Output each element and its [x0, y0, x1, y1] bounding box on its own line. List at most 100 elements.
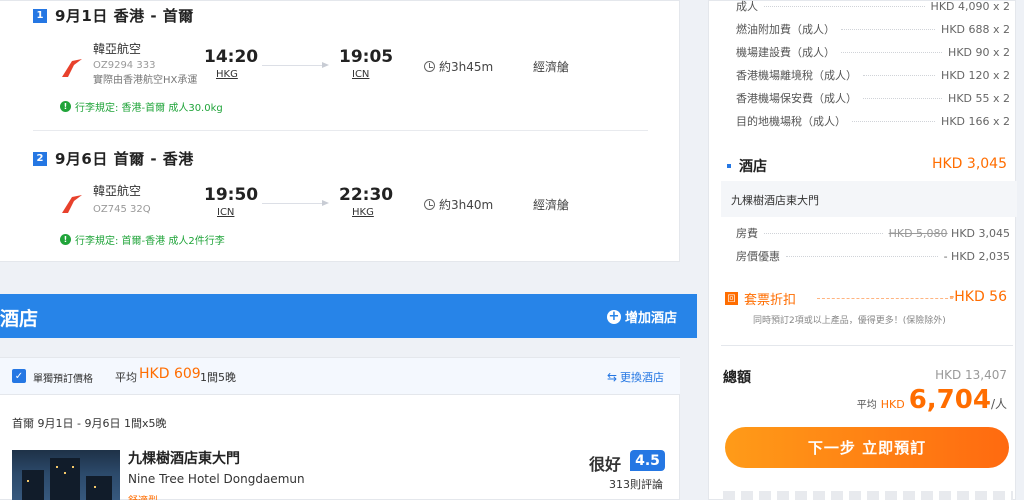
arrival-airport: ICN — [352, 69, 370, 80]
fee-value: - HKD 2,035 — [943, 249, 1010, 263]
flight-duration: 約3h40m — [424, 196, 493, 213]
cabin-class: 經濟艙 — [533, 60, 570, 74]
baggage-text: 行李規定: 首爾-香港 成人2件行李 — [75, 236, 225, 247]
hotel-category: 舒適型 — [128, 492, 158, 500]
dashed-divider — [817, 298, 953, 299]
room-nights: 1間5晚 — [200, 371, 236, 384]
total-label: 總額 — [723, 370, 751, 386]
segment-number-badge: 1 — [33, 8, 47, 23]
stay-info: 首爾 9月1日 - 9月6日 1間x5晚 — [12, 417, 167, 430]
per-person-amount: 6,704 — [908, 385, 991, 415]
total-value: HKD 13,407 — [935, 368, 1007, 382]
codeshare-note: 實際由香港航空HX承運 — [93, 75, 198, 86]
add-hotel-button[interactable]: + 增加酒店 — [606, 307, 677, 326]
flight-number: OZ745 32Q — [93, 204, 151, 215]
fee-value: HKD 166 x 2 — [941, 114, 1010, 128]
summary-divider — [721, 345, 1013, 346]
asiana-logo-icon — [62, 195, 82, 213]
change-hotel-button[interactable]: ⇆ 更換酒店 — [607, 369, 664, 385]
room-original-price: HKD 5,080 — [888, 226, 948, 240]
baggage-text: 行李規定: 香港-首爾 成人30.0kg — [75, 103, 223, 114]
next-step-book-button[interactable]: 下一步 立即預訂 — [725, 427, 1009, 468]
single-booking-label: 單獨預訂價格 — [33, 374, 93, 385]
fee-row: 香港機場離境稅（成人） HKD 120 x 2 — [736, 66, 1010, 84]
segment-number-badge: 2 — [33, 151, 47, 166]
add-hotel-label: 增加酒店 — [624, 311, 677, 326]
info-icon: ! — [60, 101, 71, 112]
arrival-airport: HKG — [352, 207, 374, 218]
fee-value: HKD 688 x 2 — [941, 22, 1010, 36]
fee-row: 成人 HKD 4,090 x 2 — [736, 0, 1010, 15]
flight-arrow — [262, 203, 324, 204]
single-price-row: ✓ 單獨預訂價格 平均 HKD 609 1間5晚 ⇆ 更換酒店 — [0, 358, 680, 395]
per-person-currency: HKD — [880, 398, 905, 411]
cabin-class: 經濟艙 — [533, 198, 570, 212]
departure-airport: HKG — [216, 69, 238, 80]
average-price: HKD 609 — [139, 366, 201, 382]
segment-2-header: 2 9月6日 首爾 - 香港 — [33, 148, 194, 169]
arrow-head-icon — [322, 200, 329, 206]
fee-value: HKD 4,090 x 2 — [930, 0, 1010, 13]
change-hotel-label: 更換酒店 — [620, 371, 664, 384]
price-summary-panel: 成人 HKD 4,090 x 2 燃油附加費（成人） HKD 688 x 2 機… — [708, 0, 1017, 500]
room-fee-row: 房費 HKD 5,080 HKD 3,045 — [736, 224, 1010, 242]
baggage-rule[interactable]: ! 行李規定: 香港-首爾 成人30.0kg — [60, 99, 223, 114]
hotel-name-english: Nine Tree Hotel Dongdaemun — [128, 472, 305, 486]
flight-number: OZ9294 333 — [93, 60, 156, 71]
fee-label: 香港機場離境稅（成人） — [736, 69, 857, 82]
bottom-placeholder-strip — [723, 491, 1013, 500]
review-count[interactable]: 313則評論 — [609, 476, 663, 492]
discount-icon: 回 — [725, 292, 738, 305]
fee-row: 香港機場保安費（成人） HKD 55 x 2 — [736, 89, 1010, 107]
fee-label: 房費 — [736, 227, 758, 240]
airline-name: 韓亞航空 — [93, 42, 142, 56]
swap-icon: ⇆ — [606, 370, 617, 384]
arrow-head-icon — [322, 62, 329, 68]
segment-title: 9月1日 香港 - 首爾 — [55, 7, 194, 25]
fee-label: 機場建設費（成人） — [736, 46, 835, 59]
fee-value: HKD 90 x 2 — [948, 45, 1010, 59]
flight-details-card: 1 9月1日 香港 - 首爾 韓亞航空 OZ9294 333 實際由香港航空HX… — [0, 0, 680, 262]
hotel-section-header: 酒店 + 增加酒店 — [0, 294, 697, 338]
flight-arrow — [262, 65, 324, 66]
asiana-logo-icon — [62, 59, 82, 77]
clock-icon — [424, 199, 435, 210]
package-discount-value: -HKD 56 — [949, 289, 1007, 305]
segment-divider — [33, 130, 648, 131]
hotel-name[interactable]: 九棵樹酒店東大門 — [128, 448, 240, 468]
room-current-price: HKD 3,045 — [951, 226, 1010, 240]
hotel-section-title: 酒店 — [0, 308, 39, 330]
booking-page: 1 9月1日 香港 - 首爾 韓亞航空 OZ9294 333 實際由香港航空HX… — [0, 0, 1024, 500]
fee-label: 燃油附加費（成人） — [736, 23, 835, 36]
room-discount-row: 房價優惠 - HKD 2,035 — [736, 247, 1010, 265]
info-icon: ! — [60, 234, 71, 245]
hotel-summary-title: 酒店 — [727, 156, 767, 176]
fee-row: 目的地機場稅（成人） HKD 166 x 2 — [736, 112, 1010, 130]
flight-duration: 約3h45m — [424, 58, 493, 75]
fee-row: 機場建設費（成人） HKD 90 x 2 — [736, 43, 1010, 61]
package-discount-title: 回 套票折扣 — [725, 289, 796, 308]
fee-label: 目的地機場稅（成人） — [736, 115, 846, 128]
departure-time: 19:50 — [204, 185, 259, 205]
fee-label: 房價優惠 — [736, 250, 780, 263]
per-person-unit: /人 — [990, 397, 1007, 411]
average-label: 平均 — [115, 371, 137, 384]
bullet-icon — [727, 164, 731, 168]
duration-text: 約3h45m — [439, 60, 494, 74]
hotel-panel: ✓ 單獨預訂價格 平均 HKD 609 1間5晚 ⇆ 更換酒店 首爾 9月1日 … — [0, 357, 680, 500]
arrival-time: 22:30 — [339, 185, 394, 205]
departure-airport: ICN — [217, 207, 235, 218]
per-person-avg-label: 平均 — [856, 400, 877, 411]
airline-name: 韓亞航空 — [93, 184, 142, 198]
departure-time: 14:20 — [204, 47, 259, 67]
segment-1-header: 1 9月1日 香港 - 首爾 — [33, 5, 194, 26]
duration-text: 約3h40m — [439, 198, 494, 212]
hotel-photo[interactable] — [12, 450, 120, 500]
fee-value: HKD 55 x 2 — [948, 91, 1010, 105]
rating-score-badge: 4.5 — [630, 450, 665, 471]
plus-icon: + — [606, 309, 621, 324]
clock-icon — [424, 61, 435, 72]
baggage-rule[interactable]: ! 行李規定: 首爾-香港 成人2件行李 — [60, 232, 225, 247]
fee-label: 香港機場保安費（成人） — [736, 92, 857, 105]
single-booking-checkbox[interactable]: ✓ — [12, 369, 26, 383]
